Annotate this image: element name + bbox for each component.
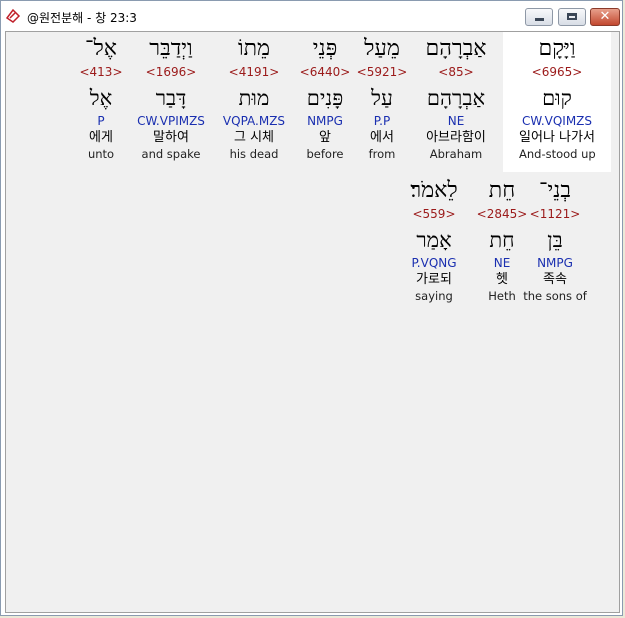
word-cell[interactable]: חֵת <2845> חֵת NE 헷 Heth bbox=[464, 174, 540, 305]
parsing-code: VQPA.MZS bbox=[222, 114, 286, 128]
word-cell[interactable]: אַבְרָהָם <85> אַבְרָהָם NE 아브라함이 Abraha… bbox=[418, 32, 494, 163]
lemma: קוּם bbox=[542, 86, 572, 110]
strong-number[interactable]: <6965> bbox=[519, 65, 595, 81]
lemma: מוּת bbox=[238, 86, 270, 110]
hebrew-word: לֵאמֹר׃ bbox=[410, 178, 458, 203]
strong-number[interactable]: <413> bbox=[63, 65, 139, 81]
verse-row-2: בְנֵי־ <1121> בֵּן NMPG 족속 the sons of ח… bbox=[6, 174, 619, 314]
lemma: חֵת bbox=[489, 228, 515, 252]
hebrew-word: מֵתוֹ bbox=[237, 36, 271, 61]
maximize-button[interactable] bbox=[558, 8, 586, 26]
english-gloss: unto bbox=[87, 147, 115, 161]
korean-gloss: 아브라함이 bbox=[426, 130, 486, 145]
english-gloss: and spake bbox=[141, 147, 201, 161]
bible-icon bbox=[5, 8, 21, 23]
korean-gloss: 가로되 bbox=[416, 272, 452, 287]
word-cell[interactable]: לֵאמֹר׃ <559> אָמַר P.VQNG 가로되 saying bbox=[396, 174, 472, 305]
hebrew-word: וַיְדַבֵּר bbox=[149, 36, 193, 61]
korean-gloss: 그 시체 bbox=[233, 130, 274, 145]
hebrew-word: חֵת bbox=[488, 178, 516, 203]
word-cell[interactable]: וַיָּקָם <6965> קוּם CW.VQIMZS 일어나 나가서 A… bbox=[519, 32, 596, 163]
parsing-code: P.VQNG bbox=[411, 256, 457, 270]
minimize-button[interactable] bbox=[525, 8, 553, 26]
lemma: אַבְרָהָם bbox=[426, 86, 486, 110]
strong-number[interactable]: <2845> bbox=[464, 207, 540, 223]
parsing-code: P bbox=[97, 114, 105, 128]
parsing-code: NE bbox=[493, 256, 511, 270]
verse-row-1: וַיָּקָם <6965> קוּם CW.VQIMZS 일어나 나가서 A… bbox=[6, 32, 619, 172]
korean-gloss: 앞 bbox=[319, 130, 331, 145]
strong-number[interactable]: <1696> bbox=[133, 65, 209, 81]
english-gloss: And-stood up bbox=[519, 147, 596, 161]
korean-gloss: 일어나 나가서 bbox=[519, 130, 595, 145]
word-cell[interactable]: פְּנֵי <6440> פָּנִים NMPG 앞 before bbox=[287, 32, 363, 163]
english-gloss: Heth bbox=[488, 289, 516, 303]
interlinear-panel[interactable]: וַיָּקָם <6965> קוּם CW.VQIMZS 일어나 나가서 A… bbox=[5, 31, 620, 613]
lemma: אֶל bbox=[89, 86, 113, 110]
english-gloss: his dead bbox=[229, 147, 279, 161]
english-gloss: before bbox=[306, 147, 344, 161]
parsing-code: CW.VQIMZS bbox=[521, 114, 593, 128]
lemma: פָּנִים bbox=[306, 86, 344, 110]
window-title: @원전분해 - 창 23:3 bbox=[27, 11, 137, 25]
korean-gloss: 에게 bbox=[89, 130, 113, 145]
word-cell[interactable]: מֵתוֹ <4191> מוּת VQPA.MZS 그 시체 his dead bbox=[216, 32, 292, 163]
hebrew-word: אַבְרָהָם bbox=[425, 36, 487, 61]
close-icon: ✕ bbox=[599, 9, 611, 24]
hebrew-word: פְּנֵי bbox=[312, 36, 338, 61]
word-cell[interactable]: וַיְדַבֵּר <1696> דָּבַר CW.VPIMZS 말하여 a… bbox=[133, 32, 209, 163]
english-gloss: saying bbox=[415, 289, 453, 303]
parsing-code: NMPG bbox=[307, 114, 343, 128]
app-window: @원전분해 - 창 23:3 ✕ וַיָּקָם <6965> קוּם CW… bbox=[0, 0, 623, 616]
title-bar[interactable]: @원전분해 - 창 23:3 ✕ bbox=[1, 1, 622, 31]
strong-number[interactable]: <4191> bbox=[216, 65, 292, 81]
korean-gloss: 말하여 bbox=[153, 130, 189, 145]
hebrew-word: אֶל־ bbox=[85, 36, 117, 61]
korean-gloss: 헷 bbox=[496, 272, 508, 287]
maximize-icon bbox=[567, 13, 577, 20]
word-cell[interactable]: אֶל־ <413> אֶל P 에게 unto bbox=[63, 32, 139, 163]
minimize-icon bbox=[535, 18, 544, 21]
parsing-code: CW.VPIMZS bbox=[137, 114, 205, 128]
lemma: דָּבַר bbox=[155, 86, 187, 110]
close-button[interactable]: ✕ bbox=[590, 8, 620, 26]
strong-number[interactable]: <85> bbox=[418, 65, 494, 81]
strong-number[interactable]: <6440> bbox=[287, 65, 363, 81]
hebrew-word: וַיָּקָם bbox=[538, 36, 576, 61]
strong-number[interactable]: <559> bbox=[396, 207, 472, 223]
lemma: אָמַר bbox=[416, 228, 452, 252]
parsing-code: NE bbox=[447, 114, 465, 128]
english-gloss: Abraham bbox=[429, 147, 483, 161]
